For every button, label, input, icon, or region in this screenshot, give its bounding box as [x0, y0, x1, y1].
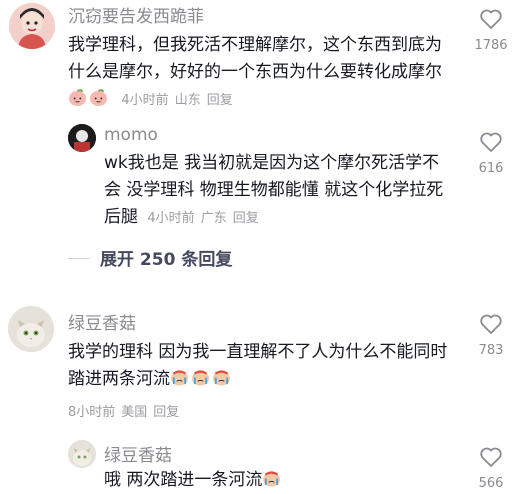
comment-location: 山东 — [174, 93, 201, 108]
crying-face-emoji — [170, 369, 191, 389]
comment-username[interactable]: 沉窃要告发西跪菲 — [68, 2, 204, 27]
like-count: 783 — [478, 343, 504, 358]
heart-icon — [480, 447, 502, 467]
reply-username[interactable]: momo — [104, 125, 158, 145]
heart-icon — [480, 314, 502, 334]
comment-text-content: 我学理科，但我死活不理解摩尔，这个东西到底为什么是摩尔，好好的一个东西为什么要转… — [68, 35, 442, 82]
crying-face-emoji — [212, 369, 233, 389]
expand-replies-button[interactable]: 展开 250 条回复 — [68, 245, 232, 270]
peach-face-emoji — [68, 89, 89, 109]
crying-face-emoji — [262, 470, 283, 490]
like-button[interactable]: 566 — [466, 446, 516, 491]
avatar[interactable] — [9, 3, 55, 49]
reply-button[interactable]: 回复 — [153, 405, 179, 420]
like-count: 1786 — [474, 38, 508, 53]
reply-button[interactable]: 回复 — [233, 211, 259, 226]
reply-text: wk我也是 我当初就是因为这个摩尔死活学不会 没学理科 物理生物都能懂 就这个化… — [104, 150, 454, 232]
reply-username[interactable]: 绿豆香菇 — [104, 441, 172, 466]
like-button[interactable]: 1786 — [466, 8, 516, 53]
comment-text: 我学的理科 因为我一直理解不了人为什么不能同时踏进两条河流 — [68, 339, 453, 393]
crying-face-emoji — [191, 369, 212, 389]
like-count: 566 — [478, 476, 504, 491]
reply-text: 哦 两次踏进一条河流 — [104, 467, 454, 494]
comment-meta: 4小时前 山东 回复 — [121, 93, 238, 108]
reply-time: 4小时前 — [147, 211, 195, 226]
like-button[interactable]: 616 — [466, 131, 516, 176]
reply-button[interactable]: 回复 — [207, 93, 233, 108]
comment-time: 8小时前 — [68, 405, 116, 420]
comment-text-content: 我学的理科 因为我一直理解不了人为什么不能同时踏进两条河流 — [68, 342, 448, 389]
comment-time: 4小时前 — [121, 93, 169, 108]
avatar[interactable] — [8, 306, 54, 352]
avatar[interactable] — [68, 440, 96, 468]
like-button[interactable]: 783 — [466, 313, 516, 358]
comment-location: 美国 — [121, 405, 148, 420]
comment-username[interactable]: 绿豆香菇 — [68, 309, 136, 334]
comment-text: 我学理科，但我死活不理解摩尔，这个东西到底为什么是摩尔，好好的一个东西为什么要转… — [68, 32, 453, 114]
expand-replies-label: 展开 250 条回复 — [100, 250, 233, 270]
heart-icon — [480, 132, 502, 152]
reply-location: 广东 — [200, 211, 227, 226]
reply-meta: 4小时前 广东 回复 — [147, 211, 264, 226]
avatar[interactable] — [68, 124, 96, 152]
heart-icon — [480, 9, 502, 29]
peach-face-emoji — [89, 89, 110, 109]
like-count: 616 — [478, 161, 504, 176]
comment-meta: 8小时前 美国 回复 — [68, 401, 185, 420]
divider — [68, 258, 90, 259]
reply-text-content: 哦 两次踏进一条河流 — [104, 470, 263, 490]
